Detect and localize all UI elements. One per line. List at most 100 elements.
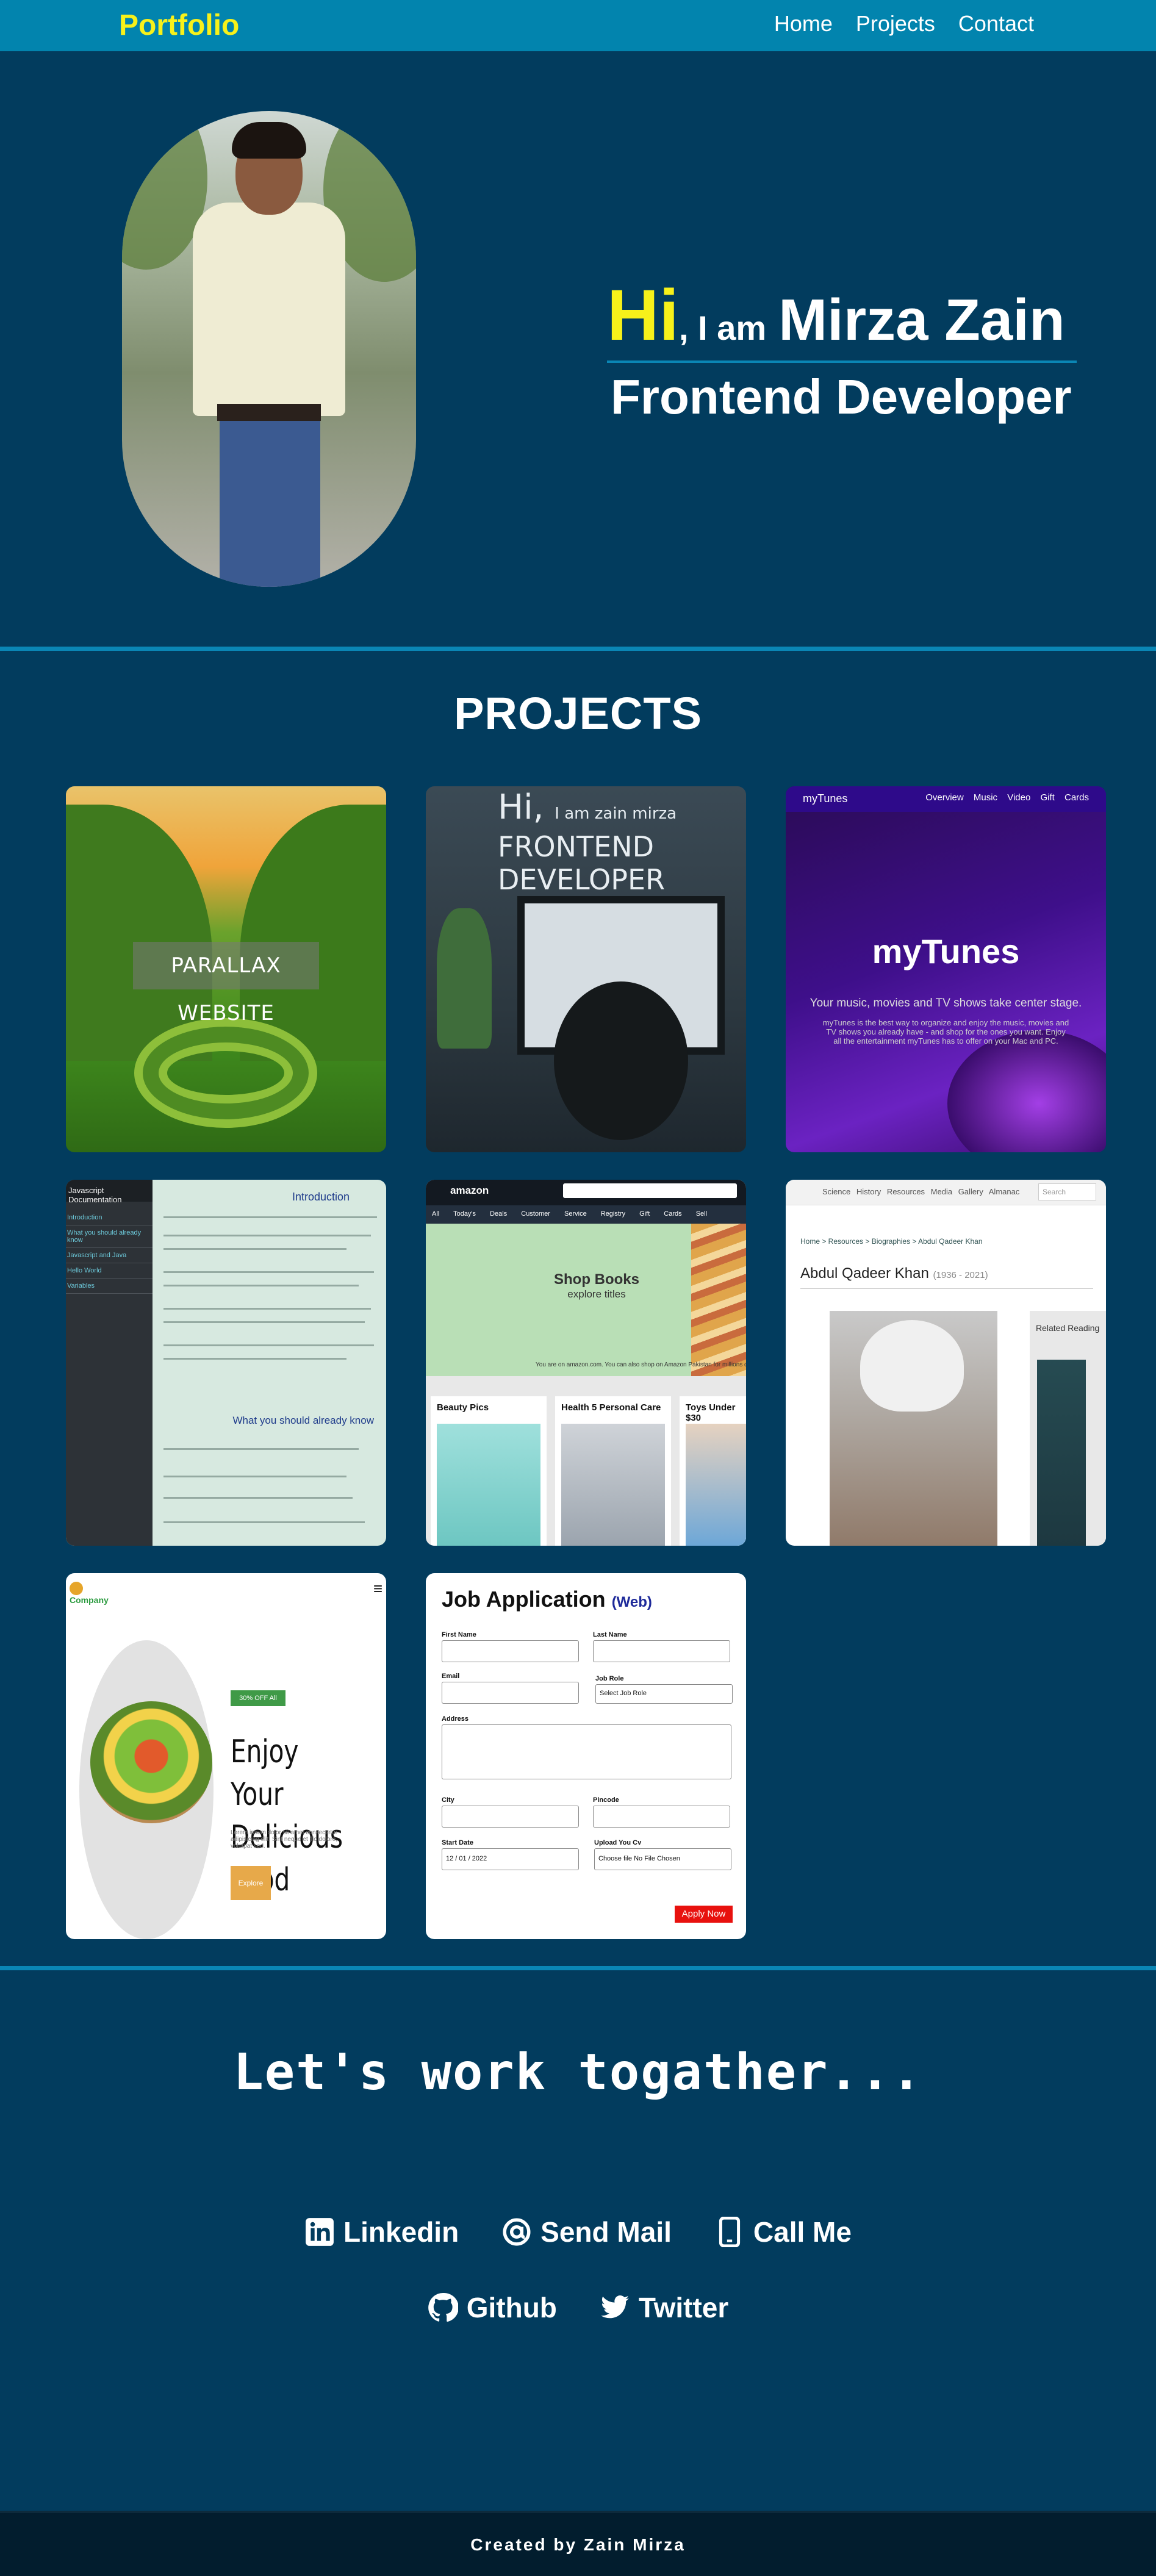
linkedin-link[interactable]: Linkedin — [304, 2215, 459, 2248]
projects-title: PROJECTS — [454, 688, 702, 739]
label-address: Address — [442, 1715, 469, 1723]
label-pincode: Pincode — [593, 1796, 619, 1804]
jsdocs-sidebar-item: Hello World — [66, 1263, 153, 1279]
address-field — [442, 1724, 731, 1779]
article-related: Related Reading — [1036, 1323, 1100, 1333]
profile-photo — [122, 111, 416, 587]
amazon-note: You are on amazon.com. You can also shop… — [536, 1362, 746, 1368]
job-role-select: Select Job Role — [595, 1684, 733, 1704]
amazon-tile-title: Beauty Pics — [437, 1402, 489, 1413]
phone-icon — [719, 2217, 740, 2247]
projects-section: PROJECTS PARALLAX WEBSITE Hi, I am zain … — [0, 651, 1156, 1966]
amazon-search-box — [563, 1183, 737, 1198]
mytunes-text: myTunes is the best way to organize and … — [822, 1018, 1069, 1046]
project-card-js-docs[interactable]: Javascript Documentation Introduction Wh… — [66, 1180, 386, 1546]
github-label: Github — [466, 2292, 557, 2323]
hero-iam: , I am — [679, 309, 767, 347]
label-job-role: Job Role — [595, 1675, 624, 1682]
section-divider — [0, 1966, 1156, 1970]
label-upload-cv: Upload You Cv — [594, 1839, 642, 1846]
section-divider — [0, 647, 1156, 651]
project-card-job-form[interactable]: Job Application (Web) First Name Last Na… — [426, 1573, 746, 1939]
amazon-logo: amazon — [450, 1185, 489, 1196]
label-city: City — [442, 1796, 454, 1804]
email-field — [442, 1682, 579, 1704]
mytunes-nav: Overview Music Video Gift Cards — [925, 792, 1089, 803]
label-email: Email — [442, 1673, 460, 1680]
amazon-hero-title: Shop Books — [553, 1271, 639, 1288]
send-mail-label: Send Mail — [540, 2216, 672, 2248]
hero-underline — [607, 361, 1077, 363]
top-navbar: Portfolio Home Projects Contact — [0, 0, 1156, 51]
last-name-field — [593, 1640, 730, 1662]
nav-link-contact[interactable]: Contact — [958, 11, 1034, 37]
food-paragraph: Lorem ipsum dolor sit amet consectetur a… — [231, 1829, 338, 1849]
nav-links: Home Projects Contact — [774, 11, 1034, 37]
project-card-parallax[interactable]: PARALLAX WEBSITE — [66, 786, 386, 1152]
food-badge: 30% OFF All Products — [231, 1690, 285, 1718]
portfolio-small: I am zain mirza — [555, 805, 677, 823]
article-years: (1936 - 2021) — [933, 1270, 988, 1280]
amazon-tile-title: Toys Under $30 — [686, 1402, 736, 1423]
project-card-biography[interactable]: Science History Resources Media Gallery … — [786, 1180, 1106, 1546]
mytunes-title: myTunes — [872, 932, 1020, 970]
hero-name: Mirza Zain — [778, 287, 1065, 353]
brand-logo[interactable]: Portfolio — [119, 9, 239, 42]
jsdocs-sidebar-item: What you should already know — [66, 1225, 153, 1248]
apply-now-button: Apply Now — [675, 1906, 733, 1923]
project-card-amazon[interactable]: amazon All Today's Deals Customer Servic… — [426, 1180, 746, 1546]
hero-section: Hi , I am Mirza Zain Frontend Developer — [0, 51, 1156, 647]
menu-icon: ≡ — [373, 1579, 382, 1598]
amazon-tile-title: Health 5 Personal Care — [561, 1402, 661, 1413]
article-title: Abdul Qadeer Khan — [800, 1265, 929, 1282]
portfolio-subtitle: FRONTEND DEVELOPER — [498, 830, 665, 896]
call-me-link[interactable]: Call Me — [714, 2215, 852, 2248]
upload-cv-field: Choose file No File Chosen — [594, 1848, 731, 1870]
github-link[interactable]: Github — [428, 2291, 557, 2324]
nav-link-home[interactable]: Home — [774, 11, 833, 37]
jsdocs-sidebar-item: Introduction — [66, 1210, 153, 1225]
linkedin-label: Linkedin — [343, 2216, 459, 2248]
github-icon — [428, 2293, 458, 2322]
city-field — [442, 1806, 579, 1828]
amazon-subnav: All Today's Deals Customer Service Regis… — [426, 1205, 746, 1224]
jsdocs-know-heading: What you should already know — [232, 1415, 374, 1426]
hero-role: Frontend Developer — [611, 370, 1072, 424]
pincode-field — [593, 1806, 730, 1828]
parallax-label: PARALLAX WEBSITE — [171, 953, 281, 1025]
project-card-portfolio[interactable]: Hi, I am zain mirza FRONTEND DEVELOPER — [426, 786, 746, 1152]
label-start-date: Start Date — [442, 1839, 473, 1846]
send-mail-link[interactable]: Send Mail — [501, 2215, 672, 2248]
portfolio-hi: Hi, — [498, 788, 544, 827]
contact-section: Let's work togather... Linkedin Send Mai… — [0, 1970, 1156, 2511]
hero-intro: Hi , I am Mirza Zain Frontend Developer — [607, 274, 1077, 425]
job-form-tag: (Web) — [611, 1594, 652, 1610]
amazon-hero-sub: explore titles — [567, 1288, 626, 1300]
project-card-mytunes[interactable]: myTunes Overview Music Video Gift Cards … — [786, 786, 1106, 1152]
article-breadcrumb: Home > Resources > Biographies > Abdul Q… — [800, 1237, 983, 1246]
twitter-icon — [600, 2295, 629, 2319]
jsdocs-sidebar-title: Javascript Documentation — [66, 1180, 153, 1204]
twitter-link[interactable]: Twitter — [600, 2291, 728, 2324]
food-logo: Company — [70, 1595, 109, 1605]
linkedin-icon — [306, 2218, 334, 2246]
footer-credit: Created by Zain Mirza — [470, 2535, 686, 2554]
food-explore-button: Explore Now — [231, 1866, 271, 1921]
project-card-food[interactable]: Company ≡ 30% OFF All Products Enjoy You… — [66, 1573, 386, 1939]
label-first-name: First Name — [442, 1631, 476, 1638]
food-bowl-image — [90, 1701, 212, 1823]
jsdocs-sidebar-item: Variables — [66, 1279, 153, 1294]
jsdocs-sidebar-item: Javascript and Java — [66, 1248, 153, 1263]
first-name-field — [442, 1640, 579, 1662]
contact-heading: Let's work togather... — [233, 2043, 923, 2101]
mytunes-logo: myTunes — [803, 792, 848, 805]
job-form-title: Job Application — [442, 1587, 606, 1612]
article-portrait — [830, 1311, 997, 1546]
mytunes-tagline: Your music, movies and TV shows take cen… — [810, 997, 1082, 1010]
article-search: Search — [1038, 1183, 1096, 1200]
article-nav: Science History Resources Media Gallery … — [822, 1187, 1020, 1196]
nav-link-projects[interactable]: Projects — [856, 11, 935, 37]
start-date-field: 12 / 01 / 2022 — [442, 1848, 579, 1870]
twitter-label: Twitter — [638, 2292, 729, 2323]
hero-hi: Hi — [607, 275, 679, 356]
